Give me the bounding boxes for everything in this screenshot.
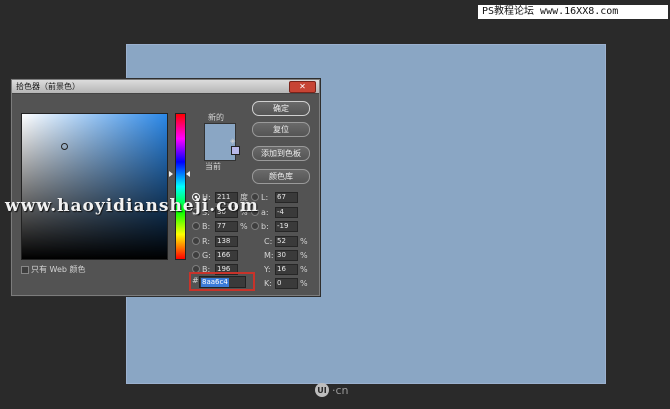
current-color-label: 当前 (205, 162, 221, 171)
green-input[interactable]: 166 (215, 250, 238, 261)
brightness-input[interactable]: 77 (215, 221, 238, 232)
hue-slider[interactable] (175, 113, 186, 260)
red-input[interactable]: 138 (215, 236, 238, 247)
b-channel-label: b: (261, 222, 269, 231)
add-to-swatches-button[interactable]: 添加到色板 (252, 146, 310, 161)
lightness-label: L: (261, 193, 269, 202)
hex-label: # (192, 276, 199, 285)
reset-button[interactable]: 复位 (252, 122, 310, 137)
black-unit: % (300, 279, 308, 288)
brightness-unit: % (240, 222, 248, 231)
b-channel-input[interactable]: -19 (275, 221, 298, 232)
site-watermark: PS教程论坛 www.16XX8.com (478, 5, 668, 19)
radio-green[interactable] (192, 251, 200, 259)
color-libraries-button[interactable]: 颜色库 (252, 169, 310, 184)
close-icon: ✕ (299, 82, 306, 91)
out-of-gamut-icon[interactable]: ◈ (230, 137, 235, 145)
green-label: G: (202, 251, 211, 260)
hex-highlight-box: # 8aa6c4 (189, 272, 255, 291)
radio-b[interactable] (251, 222, 259, 230)
a-channel-input[interactable]: -4 (275, 207, 298, 218)
lightness-input[interactable]: 67 (275, 192, 298, 203)
ok-button[interactable]: 确定 (252, 101, 310, 116)
a-channel-label: a: (261, 208, 269, 217)
dialog-titlebar[interactable]: 拾色器（前景色） ✕ (12, 80, 319, 94)
radio-brightness[interactable] (192, 222, 200, 230)
black-input[interactable]: 0 (275, 278, 298, 289)
uicn-logo: UI ·cn (315, 383, 349, 397)
yellow-label: Y: (264, 265, 271, 274)
radio-red[interactable] (192, 237, 200, 245)
cyan-input[interactable]: 52 (275, 236, 298, 247)
color-picker-dialog: 拾色器（前景色） ✕ 新的 ◈ 当前 确定 复位 添加到色板 颜色库 H: 21… (11, 79, 320, 296)
dialog-title: 拾色器（前景色） (16, 82, 80, 91)
hex-input[interactable]: 8aa6c4 (199, 276, 246, 288)
hue-slider-right-arrow-icon[interactable] (186, 171, 190, 177)
cyan-label: C: (264, 237, 273, 246)
saturation-brightness-field[interactable] (21, 113, 168, 260)
magenta-unit: % (300, 251, 308, 260)
hue-slider-left-arrow-icon[interactable] (169, 171, 173, 177)
magenta-input[interactable]: 30 (275, 250, 298, 261)
color-picker-marker[interactable] (61, 143, 68, 150)
web-colors-only-label: 只有 Web 颜色 (31, 265, 86, 274)
web-safe-cube-icon[interactable] (231, 146, 240, 155)
cyan-unit: % (300, 237, 308, 246)
site-watermark-overlay: www.haoyidiansheji.com (5, 196, 259, 216)
magenta-label: M: (264, 251, 274, 260)
brightness-label: B: (202, 222, 211, 231)
new-color-label: 新的 (208, 113, 224, 122)
uicn-logo-text: ·cn (332, 383, 349, 397)
close-button[interactable]: ✕ (289, 81, 316, 93)
red-label: R: (202, 237, 211, 246)
yellow-input[interactable]: 16 (275, 264, 298, 275)
hex-input-value: 8aa6c4 (201, 278, 229, 287)
black-label: K: (264, 279, 272, 288)
uicn-logo-icon: UI (315, 383, 329, 397)
web-colors-only-checkbox[interactable] (21, 266, 29, 274)
yellow-unit: % (300, 265, 308, 274)
